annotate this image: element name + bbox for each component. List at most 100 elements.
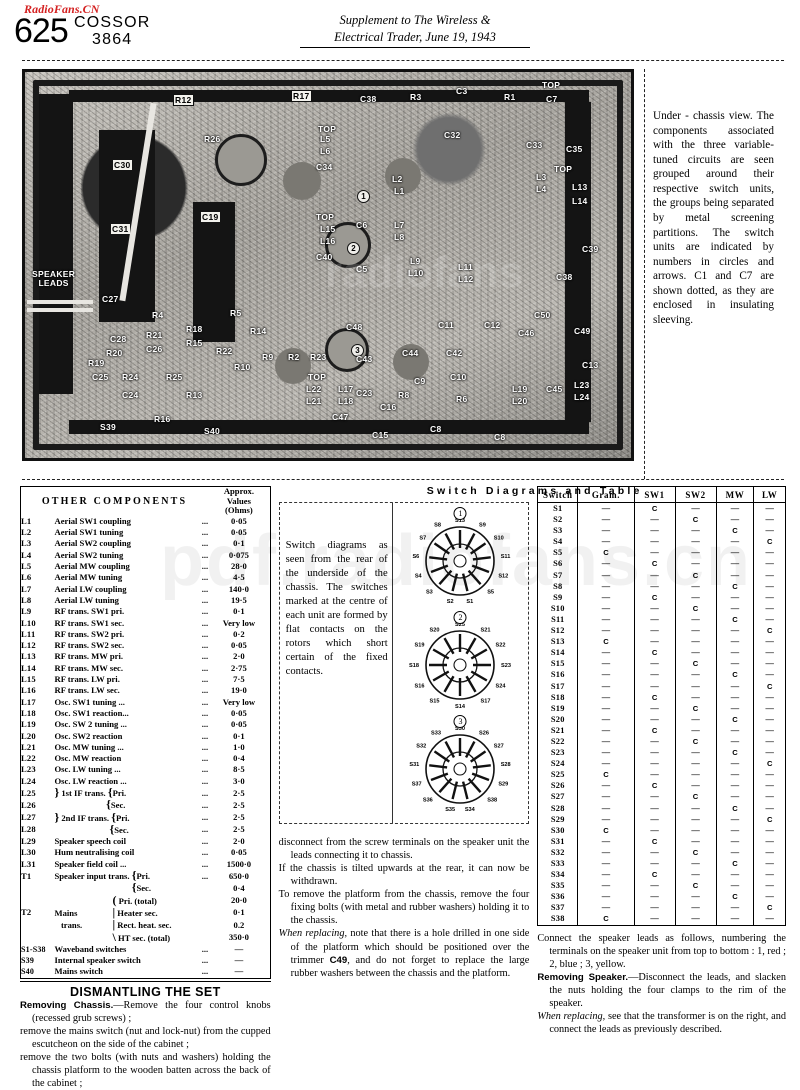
other-components-body: L1 Aerial SW1 coupling... 0·05 L2 Aerial SW1… [21,516,271,978]
switch-id: S24 [537,758,579,770]
supplement-masthead: Supplement to The Wireless & Electrical … [300,12,530,48]
component-dots: ... [201,719,209,730]
component-dots [192,907,208,919]
switch-contact-label: S28 [501,762,511,768]
switch-contact-label: S4 [415,574,423,580]
switch-state-cell: — [716,880,755,892]
switch-table-row: S26— C — — — [537,780,786,792]
component-ref: L22 [21,753,36,764]
photo-label-l3: L3 [536,172,547,182]
switch-component-row: S40 Mains switch... — [21,966,271,978]
component-ref: L13 [21,651,36,662]
switch-state-cell: — [634,636,676,648]
switch-state-cell: — [675,669,717,681]
switch-contact-label: S10 [494,536,504,542]
switch-id: S8 [537,580,579,592]
switch-state-cell: — [765,526,774,536]
component-desc: Osc. SW 2 tuning ... [54,719,127,730]
photo-label-c25: C25 [92,372,109,382]
photo-label-c46: C46 [518,328,535,338]
switch-state-cell: — [634,758,676,770]
switch-id: S28 [537,802,579,814]
switch-state-cell: C [716,858,755,870]
switch-state-cell: — [765,770,774,780]
photo-label-r22: R22 [216,346,233,356]
switch-state-cell: C [675,880,717,892]
capacitor-can-c19 [193,202,235,342]
component-row: L29 Speaker speech coil... 2·0 [21,836,271,847]
switch-state-cell: — [634,669,676,681]
component-ref: L12 [21,640,36,651]
switch-state-cell: — [577,625,635,637]
switch-id: S11 [537,613,579,626]
component-ref: L25 [21,787,36,798]
component-value: 0·2 [233,628,245,639]
component-dots: ... [201,858,209,869]
switch-state-cell: — [577,902,635,914]
component-value: 19·0 [231,685,247,696]
switch-contact-label: S19 [415,643,425,649]
component-row: L16 RF trans. LW sec.... 19·0 [21,685,271,696]
switch-state-cell: — [675,547,717,559]
switch-state-cell: — [675,713,717,725]
component-value: 1·0 [233,741,245,752]
right-para-1: Connect the speaker leads as follows, nu… [537,932,786,970]
photo-label-c26: C26 [146,344,163,354]
switch-state-cell: — [716,536,755,548]
switch-state-cell: — [765,881,774,891]
component-ref: S1-S38 [21,944,46,954]
switch-state-cell: — [675,580,717,592]
switch-contact-label: S8 [435,523,442,529]
switch-id: S12 [537,625,579,637]
photo-label-r1: R1 [504,92,516,102]
column-switch-table: Switch Gram. SW1 SW2 MW LW S1— C — — — S2— — C — — S3— —… [537,486,786,1090]
component-desc: 1st IF trans. {Sec. [106,797,126,812]
switch-state-cell: C [577,769,635,781]
switch-contact-label: S12 [499,574,509,580]
switch-state-cell: — [716,846,755,858]
switch-table-row: S23— — — C — [537,747,786,759]
photo-label-top-4: TOP [316,212,335,222]
component-dots [192,932,208,944]
switch-table-row: S4— — — — C [537,536,786,548]
switch-state-cell: — [577,602,635,614]
component-value: — [234,966,244,977]
component-desc: Aerial SW2 tuning [54,549,124,560]
component-row: L9 RF trans. SW1 pri.... 0·1 [21,606,271,617]
switch-contact-spoke [434,542,451,555]
component-ref: T2 [21,907,32,918]
other-components-table: OTHER COMPONENTS Approx. Values (Ohms) L… [20,486,271,979]
component-ref: L16 [21,685,36,696]
column-other-components: OTHER COMPONENTS Approx. Values (Ohms) L… [20,486,271,1090]
switch-state-cell: — [765,736,774,746]
switch-state-cell: — [765,781,774,791]
photo-label-c19: C19 [201,212,220,222]
switch-contact-label: S22 [496,643,506,649]
switch-id: S3 [537,525,579,537]
switch-section-title-wrap: Switch Diagrams and Table [279,485,791,500]
component-value: 7·5 [233,674,245,685]
switch-state-cell: — [765,725,774,735]
switch-state-cell: — [577,747,635,759]
mid-para-1: disconnect from the screw terminals on t… [278,837,530,862]
switch-contact-spoke [439,777,453,793]
switch-state-cell: C [577,913,635,926]
switch-id: S32 [537,846,579,858]
page-root: RadioFans.CN 625 COSSOR 3864 Supplement … [0,0,800,1089]
component-value: 0·05 [231,719,247,730]
switch-state-cell: — [675,502,717,515]
switch-state-cell: C [675,735,717,748]
switch-state-cell: — [634,547,676,559]
switch-state-cell: — [634,514,676,526]
component-ref: L31 [21,858,36,869]
switch-state-cell: — [675,780,717,792]
switch-state-cell: — [765,859,774,868]
switch-contact-spoke [468,569,482,585]
right-para-3: When replacing, see that the transformer… [537,1010,786,1036]
switch-state-cell: — [577,558,635,570]
switch-id: S19 [537,702,579,714]
component-desc: RF trans. MW pri. [54,651,124,662]
switch-state-cell: — [577,514,635,526]
switch-unit-ring-1 [215,134,267,186]
component-desc: } 2nd IF trans. {Pri. [54,809,130,824]
